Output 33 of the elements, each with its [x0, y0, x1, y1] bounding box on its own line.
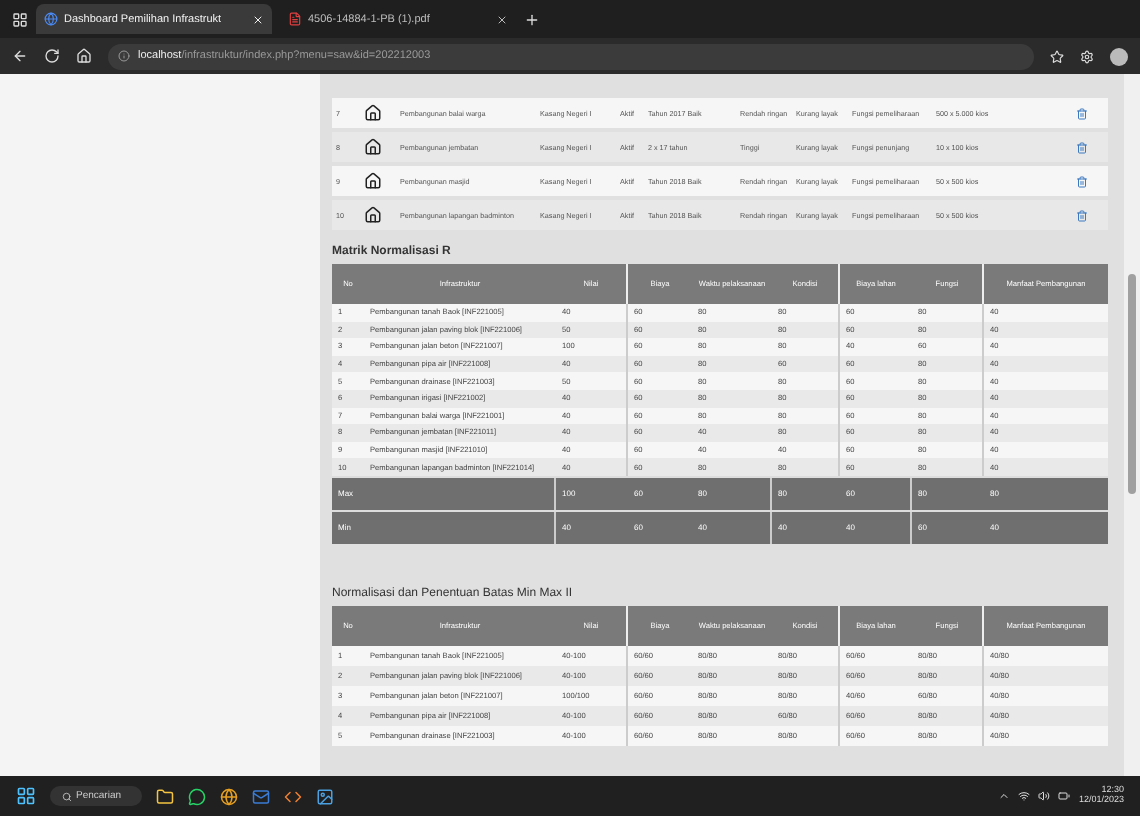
- close-icon[interactable]: [496, 13, 508, 25]
- favorite-icon[interactable]: [1050, 49, 1064, 63]
- house-icon: [364, 206, 382, 224]
- settings-icon[interactable]: [1080, 49, 1094, 63]
- search-icon: [62, 791, 72, 801]
- new-tab-icon[interactable]: [524, 11, 540, 27]
- house-icon: [364, 104, 382, 122]
- house-icon: [364, 138, 382, 156]
- delete-icon[interactable]: [1076, 175, 1088, 187]
- code-icon[interactable]: [284, 787, 302, 805]
- home-icon[interactable]: [76, 48, 92, 64]
- start-icon[interactable]: [16, 786, 36, 806]
- scrollbar-thumb[interactable]: [1128, 274, 1136, 494]
- delete-icon[interactable]: [1076, 209, 1088, 221]
- chat-icon[interactable]: [188, 787, 206, 805]
- site-icon: [44, 12, 58, 26]
- volume-icon[interactable]: [1038, 790, 1051, 802]
- house-icon: [364, 172, 382, 190]
- browser-icon[interactable]: [220, 787, 238, 805]
- tab-actions-icon[interactable]: [12, 11, 28, 27]
- profile-avatar[interactable]: [1110, 47, 1128, 65]
- delete-icon[interactable]: [1076, 107, 1088, 119]
- info-icon[interactable]: [118, 50, 130, 62]
- tray-expand-icon[interactable]: [998, 790, 1011, 802]
- folder-icon[interactable]: [156, 787, 174, 805]
- battery-icon[interactable]: [1058, 790, 1071, 802]
- mail-icon[interactable]: [252, 787, 270, 805]
- delete-icon[interactable]: [1076, 141, 1088, 153]
- back-icon[interactable]: [12, 48, 28, 64]
- reload-icon[interactable]: [44, 48, 60, 64]
- image-icon[interactable]: [316, 787, 334, 805]
- pdf-icon: [288, 12, 302, 26]
- wifi-icon[interactable]: [1018, 790, 1031, 802]
